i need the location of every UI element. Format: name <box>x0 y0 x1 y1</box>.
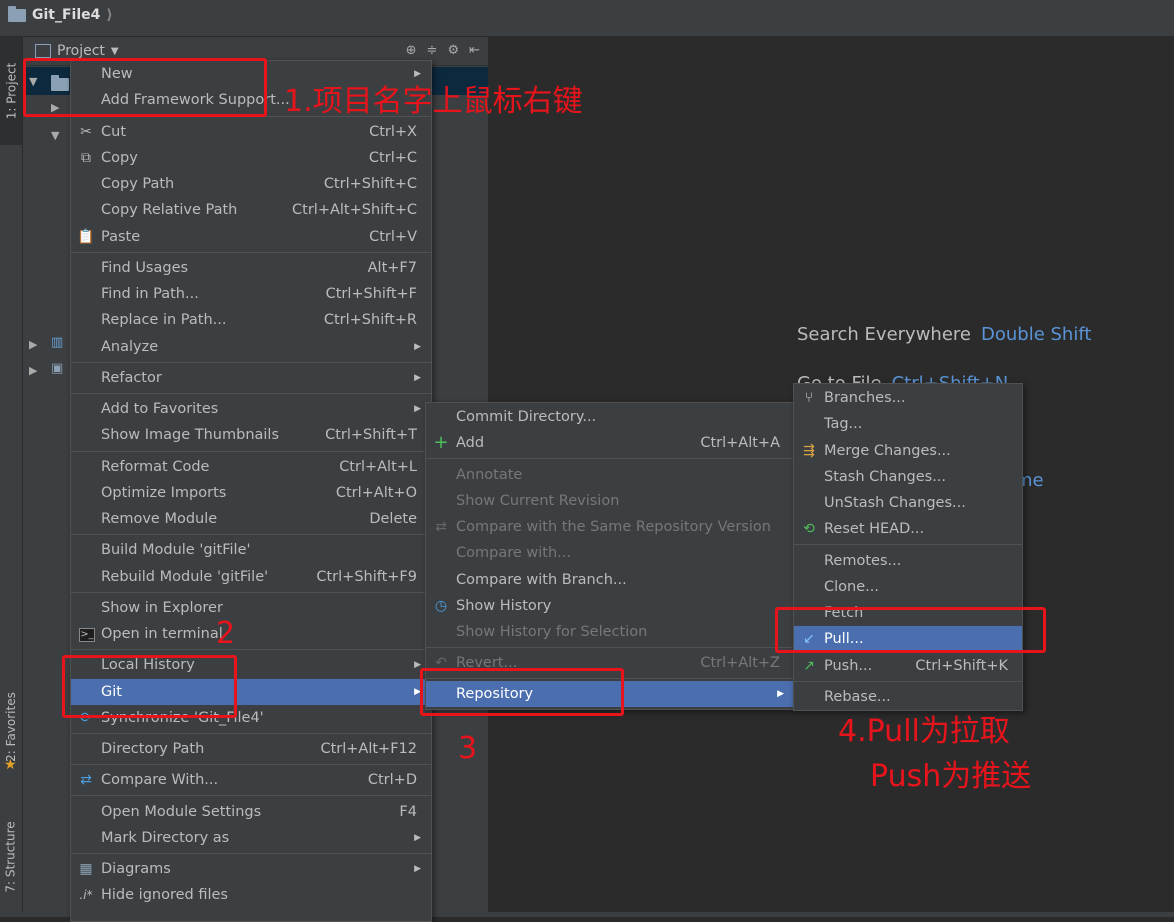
menu-item-mark-directory-as[interactable]: Mark Directory as ▶ <box>71 825 431 851</box>
menu-item-show-history-selection[interactable]: Show History for Selection <box>426 619 794 645</box>
menu-item-stash-changes[interactable]: Stash Changes... <box>794 464 1022 490</box>
menu-item-push[interactable]: ↗ Push... Ctrl+Shift+K <box>794 653 1022 679</box>
annotation-box-git <box>62 655 237 718</box>
menu-item-find-in-path[interactable]: Find in Path... Ctrl+Shift+F <box>71 281 431 307</box>
tool-tab-project[interactable]: 1: Project <box>0 37 22 145</box>
project-view-icon <box>35 44 51 58</box>
expand-arrow-icon[interactable]: ▶ <box>29 338 37 351</box>
menu-item-add-to-favorites[interactable]: Add to Favorites ▶ <box>71 396 431 422</box>
collapse-icon[interactable]: ≑ <box>427 43 438 58</box>
project-breadcrumb[interactable]: Git_File4 ⟩ <box>8 5 113 23</box>
menu-item-branches[interactable]: ⑂ Branches... <box>794 385 1022 411</box>
menu-item-build-module[interactable]: Build Module 'gitFile' <box>71 537 431 563</box>
menu-item-optimize-imports[interactable]: Optimize Imports Ctrl+Alt+O <box>71 480 431 506</box>
menu-item-show-image-thumbnails[interactable]: Show Image Thumbnails Ctrl+Shift+T <box>71 422 431 448</box>
menu-item-annotate[interactable]: Annotate <box>426 462 794 488</box>
annotation-step1: 1.项目名字上鼠标右键 <box>284 84 583 119</box>
tool-tab-structure[interactable]: 7: Structure <box>0 802 22 912</box>
annotation-step2: 2 <box>216 616 236 651</box>
menu-item-open-module-settings[interactable]: Open Module Settings F4 <box>71 799 431 825</box>
push-icon: ↗ <box>803 658 815 674</box>
menu-item-find-usages[interactable]: Find Usages Alt+F7 <box>71 255 431 281</box>
expand-arrow-icon[interactable]: ▼ <box>51 129 59 142</box>
git-submenu: Commit Directory... + Add Ctrl+Alt+A Annot… <box>425 402 795 710</box>
ignore-icon: .i* <box>79 888 93 902</box>
menu-item-paste[interactable]: 📋 Paste Ctrl+V <box>71 224 431 250</box>
locate-icon[interactable]: ⊕ <box>406 43 417 58</box>
menu-item-clone[interactable]: Clone... <box>794 574 1022 600</box>
menu-item-unstash-changes[interactable]: UnStash Changes... <box>794 490 1022 516</box>
reset-icon: ⟲ <box>803 521 815 537</box>
repository-submenu: ⑂ Branches... Tag... ⇶ Merge Changes... St… <box>793 383 1023 711</box>
merge-icon: ⇶ <box>803 443 815 459</box>
annotation-step4-line2: Push为推送 <box>870 759 1032 794</box>
scissors-icon: ✂ <box>80 124 92 140</box>
menu-item-cut[interactable]: ✂ Cut Ctrl+X <box>71 119 431 145</box>
paste-icon: 📋 <box>77 229 95 245</box>
menu-item-show-history[interactable]: ◷ Show History <box>426 593 794 619</box>
menu-item-show-current-revision[interactable]: Show Current Revision <box>426 488 794 514</box>
menu-item-commit-directory[interactable]: Commit Directory... <box>426 404 794 430</box>
libraries-icon: ▥ <box>51 335 64 350</box>
history-icon: ◷ <box>434 598 448 614</box>
menu-item-copy-relative-path[interactable]: Copy Relative Path Ctrl+Alt+Shift+C <box>71 197 431 223</box>
menu-item-compare-with[interactable]: Compare with... <box>426 540 794 566</box>
breadcrumb-chevron-icon: ⟩ <box>106 7 113 23</box>
menu-item-tag[interactable]: Tag... <box>794 411 1022 437</box>
expand-arrow-icon[interactable]: ▶ <box>29 364 37 377</box>
title-bar: Git_File4 ⟩ <box>0 0 1174 37</box>
menu-item-rebuild-module[interactable]: Rebuild Module 'gitFile' Ctrl+Shift+F9 <box>71 564 431 590</box>
menu-item-compare-same-repo-version[interactable]: ⇄ Compare with the Same Repository Versio… <box>426 514 794 540</box>
compare-icon: ⇄ <box>435 519 447 535</box>
branch-icon: ⑂ <box>804 390 814 406</box>
menu-item-reset-head[interactable]: ⟲ Reset HEAD... <box>794 516 1022 542</box>
menu-item-reformat-code[interactable]: Reformat Code Ctrl+Alt+L <box>71 454 431 480</box>
menu-item-show-in-explorer[interactable]: Show in Explorer <box>71 595 431 621</box>
menu-item-analyze[interactable]: Analyze ▶ <box>71 334 431 360</box>
hide-icon[interactable]: ⇤ <box>469 43 480 58</box>
menu-item-copy[interactable]: ⧉ Copy Ctrl+C <box>71 145 431 171</box>
folder-icon <box>8 5 26 22</box>
menu-item-replace-in-path[interactable]: Replace in Path... Ctrl+Shift+R <box>71 307 431 333</box>
menu-item-add[interactable]: + Add Ctrl+Alt+A <box>426 430 794 456</box>
search-everywhere-hint: Search Everywhere Double Shift <box>797 324 1092 345</box>
menu-item-merge-changes[interactable]: ⇶ Merge Changes... <box>794 438 1022 464</box>
project-name: Git_File4 <box>32 7 101 23</box>
plus-icon: + <box>433 432 449 453</box>
annotation-step4-line1: 4.Pull为拉取 <box>838 714 1010 749</box>
chevron-down-icon[interactable]: ▼ <box>111 46 119 57</box>
star-icon: ★ <box>4 757 17 773</box>
annotation-step3: 3 <box>458 731 478 766</box>
menu-item-remove-module[interactable]: Remove Module Delete <box>71 506 431 532</box>
menu-item-remotes[interactable]: Remotes... <box>794 548 1022 574</box>
diagram-icon: ▦ <box>79 861 93 877</box>
annotation-box-repository <box>420 668 624 716</box>
menu-item-compare-with[interactable]: ⇄ Compare With... Ctrl+D <box>71 767 431 793</box>
menu-item-open-in-terminal[interactable]: >_ Open in terminal <box>71 621 431 647</box>
menu-item-directory-path[interactable]: Directory Path Ctrl+Alt+F12 <box>71 736 431 762</box>
project-view-title[interactable]: Project <box>57 43 105 59</box>
menu-item-hide-ignored-files[interactable]: .i* Hide ignored files <box>71 882 431 908</box>
scratches-icon: ▣ <box>51 361 64 376</box>
menu-item-refactor[interactable]: Refactor ▶ <box>71 365 431 391</box>
menu-item-compare-with-branch[interactable]: Compare with Branch... <box>426 567 794 593</box>
annotation-box-pull <box>775 607 1046 653</box>
compare-icon: ⇄ <box>80 772 92 788</box>
menu-item-diagrams[interactable]: ▦ Diagrams ▶ <box>71 856 431 882</box>
context-menu: New ▶ Add Framework Support... ✂ Cut Ctrl+X… <box>70 60 432 922</box>
gear-icon[interactable]: ⚙ <box>447 43 459 58</box>
menu-item-copy-path[interactable]: Copy Path Ctrl+Shift+C <box>71 171 431 197</box>
terminal-icon: >_ <box>79 628 95 642</box>
annotation-box-new <box>23 58 267 117</box>
copy-icon: ⧉ <box>81 150 91 166</box>
tool-window-strip: 1: Project 2: Favorites ★ 7: Structure <box>0 37 23 912</box>
